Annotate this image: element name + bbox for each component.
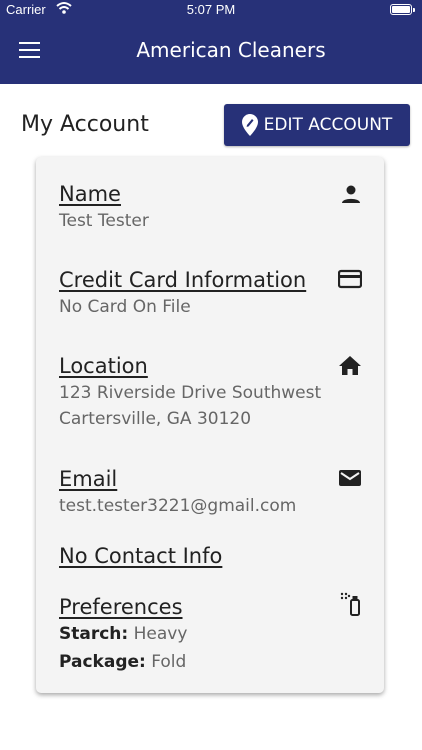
preferences-section: Preferences Starch: Heavy Package: Fold bbox=[59, 592, 362, 676]
email-label: Email bbox=[59, 467, 118, 491]
status-time: 5:07 PM bbox=[186, 2, 236, 17]
credit-card-section: Credit Card Information No Card On File bbox=[59, 267, 363, 320]
credit-card-label: Credit Card Information bbox=[59, 268, 307, 292]
battery-icon bbox=[390, 4, 415, 15]
location-section: Location 123 Riverside Drive Southwest C… bbox=[59, 353, 362, 432]
location-pin-icon bbox=[241, 114, 258, 136]
spray-bottle-icon bbox=[340, 592, 362, 620]
credit-card-value: No Card On File bbox=[59, 297, 191, 317]
home-icon bbox=[338, 355, 362, 381]
starch-value: Heavy bbox=[133, 624, 188, 644]
location-line2: Cartersville, GA 30120 bbox=[59, 409, 252, 429]
page-title: My Account bbox=[21, 112, 149, 137]
edit-account-button[interactable]: EDIT ACCOUNT bbox=[224, 104, 410, 146]
preferences-label: Preferences bbox=[59, 595, 183, 619]
account-card: Name Test Tester Credit Card Information… bbox=[36, 157, 384, 693]
location-label: Location bbox=[59, 354, 148, 378]
nav-bar: American Cleaners bbox=[0, 20, 422, 84]
package-value: Fold bbox=[151, 652, 187, 672]
package-preference: Package: Fold bbox=[59, 648, 362, 676]
starch-key: Starch: bbox=[59, 624, 129, 644]
account-header: My Account EDIT ACCOUNT bbox=[0, 104, 422, 146]
edit-account-label: EDIT ACCOUNT bbox=[263, 115, 393, 135]
package-key: Package: bbox=[59, 652, 146, 672]
person-icon bbox=[340, 183, 362, 209]
contact-section: No Contact Info bbox=[59, 543, 362, 569]
name-value: Test Tester bbox=[59, 211, 149, 231]
contact-label: No Contact Info bbox=[59, 544, 223, 568]
location-line1: 123 Riverside Drive Southwest bbox=[59, 383, 322, 403]
status-bar: Carrier 5:07 PM bbox=[0, 0, 422, 20]
email-value: test.tester3221@gmail.com bbox=[59, 496, 297, 516]
email-section: Email test.tester3221@gmail.com bbox=[59, 466, 362, 519]
credit-card-icon bbox=[337, 269, 363, 293]
name-section: Name Test Tester bbox=[59, 181, 362, 234]
starch-preference: Starch: Heavy bbox=[59, 620, 362, 648]
app-title: American Cleaners bbox=[136, 38, 326, 62]
envelope-icon bbox=[338, 468, 362, 492]
name-label: Name bbox=[59, 182, 121, 206]
